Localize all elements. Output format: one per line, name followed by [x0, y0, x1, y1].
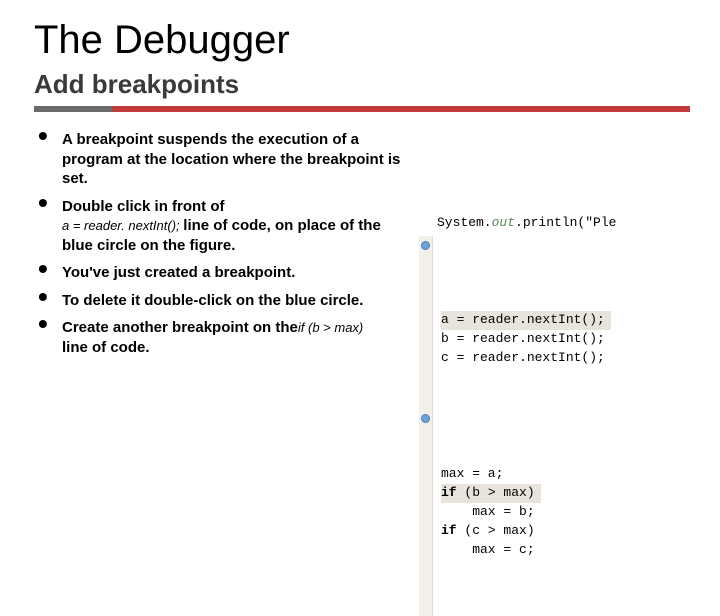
bullet-item: Create another breakpoint on theif (b > … — [34, 318, 409, 357]
code-line: b = reader.nextInt(); — [441, 331, 605, 346]
breakpoint-icon — [421, 414, 430, 423]
code-line: max = b; — [441, 504, 535, 519]
bullet-text: Create another breakpoint on the — [62, 319, 298, 336]
code-text: (c > max) — [457, 523, 535, 538]
code-line-highlight: a = reader.nextInt(); — [441, 311, 611, 330]
bullet-item: Double click in front of a = reader. nex… — [34, 197, 409, 256]
code-snippet-println: System.out.println("Ple — [437, 214, 616, 233]
slide-subtitle: Add breakpoints — [34, 69, 690, 100]
code-text: (b > max) — [457, 485, 535, 500]
code-line: c = reader.nextInt(); — [441, 350, 605, 365]
code-text: System. — [437, 215, 492, 230]
bullet-item: A breakpoint suspends the execution of a… — [34, 130, 409, 189]
code-line-highlight: if (b > max) — [441, 484, 541, 503]
code-line: max = a; — [441, 466, 503, 481]
divider-bar — [34, 106, 690, 112]
breakpoint-icon — [421, 241, 430, 250]
bullet-item: You've just created a breakpoint. — [34, 263, 409, 283]
code-keyword: if — [441, 523, 457, 538]
inline-code: if (b > max) — [298, 320, 363, 335]
code-keyword: if — [441, 485, 457, 500]
bullet-text: line of code. — [62, 339, 150, 356]
bullet-column: A breakpoint suspends the execution of a… — [34, 130, 409, 470]
slide-title: The Debugger — [34, 18, 690, 63]
code-line: max = c; — [441, 542, 535, 557]
code-preview: System.out.println("Ple a = reader.nextI… — [419, 130, 690, 470]
bullet-item: To delete it double-click on the blue ci… — [34, 291, 409, 311]
bullet-text: Double click in front of — [62, 198, 225, 215]
code-line: if (c > max) — [441, 523, 535, 538]
inline-code: a = reader. nextInt(); — [62, 218, 183, 233]
code-field: out — [492, 215, 515, 230]
code-snippet-max: max = a; if (b > max) max = b; if (c > m… — [419, 390, 690, 616]
code-text: .println("Ple — [515, 215, 616, 230]
